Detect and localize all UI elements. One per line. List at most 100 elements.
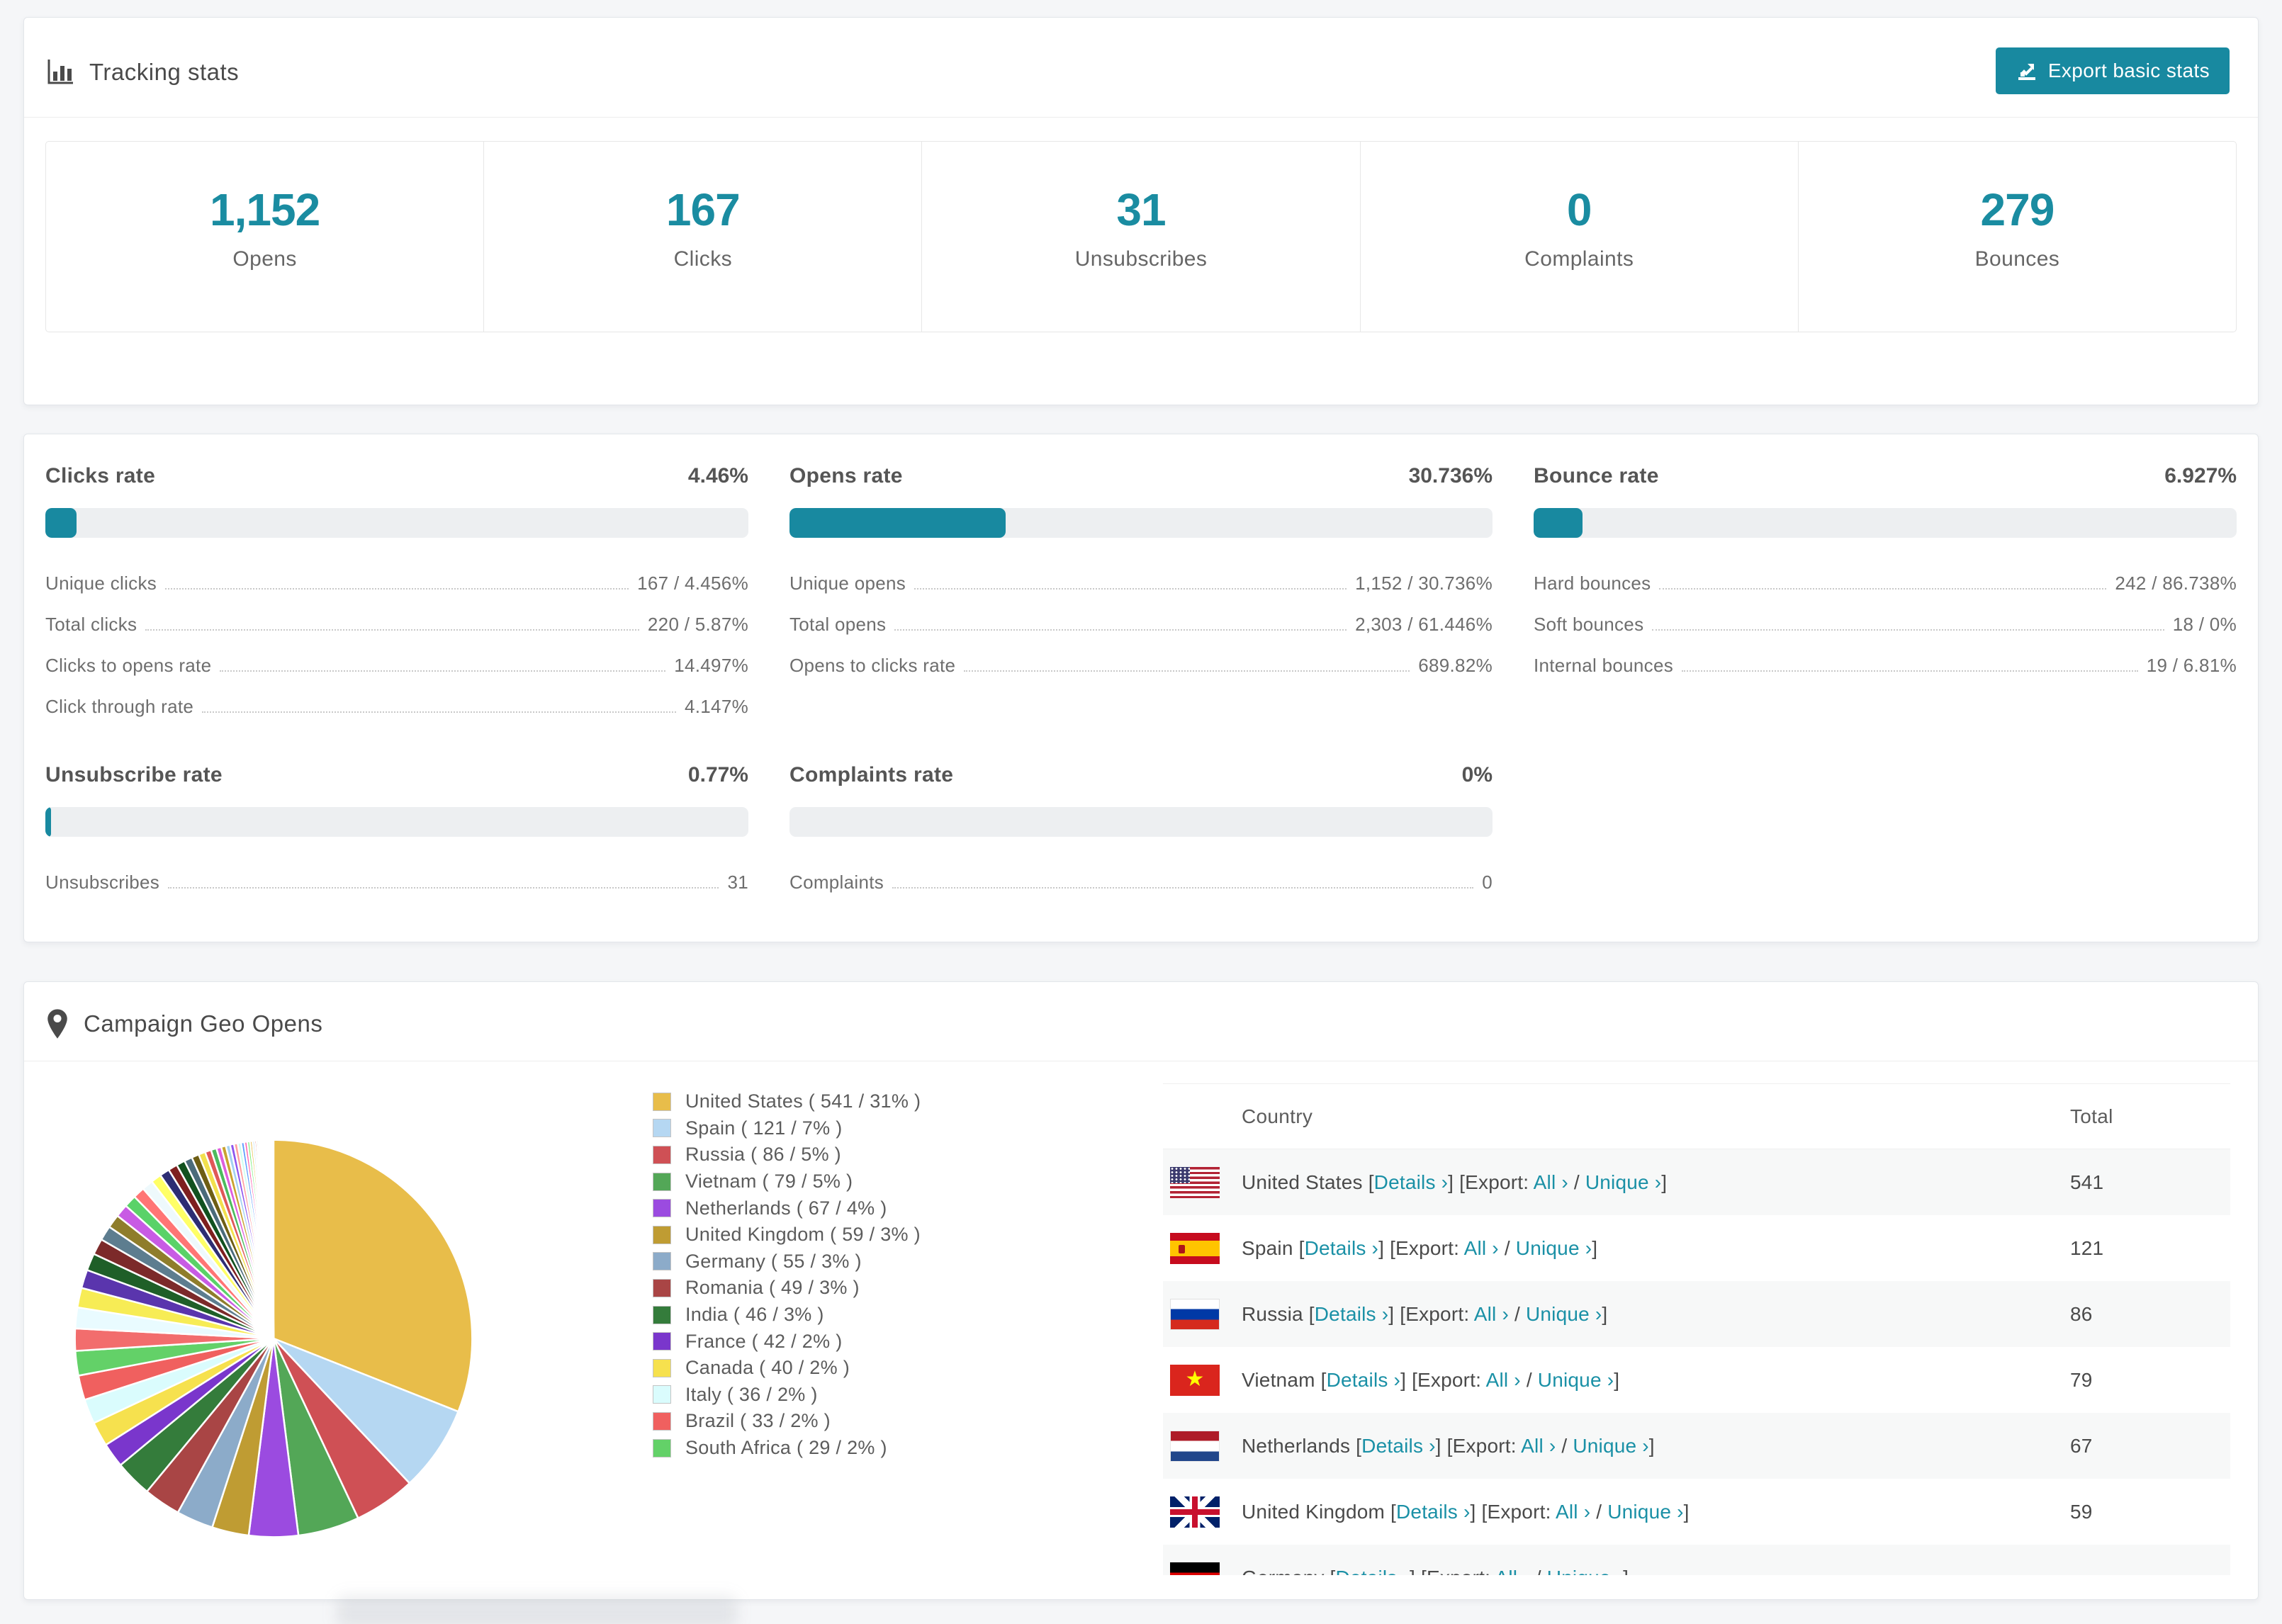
country-flag: [1170, 1430, 1220, 1462]
progress-bar-fill: [45, 807, 51, 837]
legend-label: Italy ( 36 / 2% ): [685, 1383, 818, 1405]
rate-detail-value: 18 / 0%: [2172, 614, 2237, 635]
stat-value: 167: [665, 184, 741, 235]
geo-country-table: Country Total United States [Details ›] …: [1163, 1083, 2230, 1575]
geo-pie-chart[interactable]: [68, 1133, 479, 1544]
rate-detail-row: Opens to clicks rate 689.82%: [789, 636, 1493, 677]
legend-label: United Kingdom ( 59 / 3% ): [685, 1224, 921, 1246]
stat-cell: 167 Clicks: [483, 142, 921, 332]
details-link[interactable]: Details ›: [1374, 1171, 1449, 1193]
rate-value: 6.927%: [2164, 464, 2237, 487]
rate-detail-label: Click through rate: [45, 696, 194, 717]
export-all-link[interactable]: All ›: [1556, 1501, 1590, 1523]
details-link[interactable]: Details ›: [1396, 1501, 1471, 1523]
export-all-link[interactable]: All ›: [1464, 1237, 1499, 1259]
progress-bar: [45, 807, 748, 837]
export-unique-link[interactable]: Unique ›: [1538, 1369, 1614, 1391]
export-unique-link[interactable]: Unique ›: [1573, 1435, 1648, 1457]
legend-label: Vietnam ( 79 / 5% ): [685, 1171, 853, 1192]
dotted-leader: [1652, 629, 2164, 631]
legend-item: Spain ( 121 / 7% ): [653, 1115, 921, 1142]
export-unique-link[interactable]: Unique ›: [1516, 1237, 1592, 1259]
rate-detail-label: Total clicks: [45, 614, 137, 635]
table-row: United Kingdom [Details ›] [Export: All …: [1163, 1479, 2230, 1545]
details-link[interactable]: Details ›: [1361, 1435, 1436, 1457]
export-all-link[interactable]: All ›: [1486, 1369, 1521, 1391]
rate-detail-row: Unique opens 1,152 / 30.736%: [789, 553, 1493, 594]
stat-cell: 1,152 Opens: [46, 142, 483, 332]
rate-detail-row: Unsubscribes 31: [45, 852, 748, 893]
rate-detail-row: Unique clicks 167 / 4.456%: [45, 553, 748, 594]
pie-legend: United States ( 541 / 31% ) Spain ( 121 …: [653, 1088, 921, 1461]
rate-title: Clicks rate: [45, 464, 156, 487]
export-all-link[interactable]: All ›: [1474, 1303, 1509, 1325]
details-link[interactable]: Details ›: [1327, 1369, 1401, 1391]
stat-label: Opens: [232, 247, 297, 271]
progress-bar-fill: [45, 508, 77, 538]
legend-swatch: [653, 1199, 671, 1218]
export-unique-link[interactable]: Unique ›: [1526, 1303, 1602, 1325]
legend-label: Canada ( 40 / 2% ): [685, 1357, 850, 1379]
progress-bar-fill: [1534, 508, 1583, 538]
legend-swatch: [653, 1385, 671, 1404]
progress-bar-fill: [789, 508, 1006, 538]
export-unique-link[interactable]: Unique ›: [1585, 1171, 1661, 1193]
rate-detail-value: 0: [1482, 872, 1493, 893]
export-all-link[interactable]: All ›: [1521, 1435, 1556, 1457]
rate-detail-row: Total clicks 220 / 5.87%: [45, 594, 748, 636]
legend-item: Brazil ( 33 / 2% ): [653, 1408, 921, 1435]
export-unique-link[interactable]: Unique ›: [1607, 1501, 1683, 1523]
country-total: 67: [2070, 1434, 2093, 1457]
rate-detail-row: Internal bounces 19 / 6.81%: [1534, 636, 2237, 677]
legend-item: Netherlands ( 67 / 4% ): [653, 1195, 921, 1222]
stats-summary-row: 1,152 Opens 167 Clicks 31 Unsubscribes 0…: [45, 141, 2237, 332]
tracking-stats-card: Tracking stats Export basic stats 1,152 …: [23, 17, 2259, 405]
details-link[interactable]: Details ›: [1336, 1567, 1410, 1576]
export-all-link[interactable]: All ›: [1534, 1171, 1568, 1193]
rate-detail-label: Hard bounces: [1534, 573, 1651, 594]
rate-block: Clicks rate 4.46% Unique clicks 167 / 4.…: [45, 464, 748, 718]
progress-bar: [789, 508, 1493, 538]
stat-label: Clicks: [673, 247, 732, 271]
stat-value: 0: [1566, 184, 1592, 235]
country-total: 79: [2070, 1368, 2093, 1391]
rate-title: Unsubscribe rate: [45, 763, 223, 786]
rates-grid: Clicks rate 4.46% Unique clicks 167 / 4.…: [24, 434, 2258, 893]
rate-detail-label: Clicks to opens rate: [45, 655, 212, 676]
legend-label: Romania ( 49 / 3% ): [685, 1277, 860, 1299]
export-basic-stats-button[interactable]: Export basic stats: [1995, 47, 2230, 94]
details-link[interactable]: Details ›: [1315, 1303, 1389, 1325]
rate-value: 30.736%: [1408, 464, 1493, 487]
dotted-leader: [168, 887, 719, 889]
country-flag: [1170, 1166, 1220, 1198]
rate-block: Complaints rate 0% Complaints 0: [789, 763, 1493, 893]
legend-label: Brazil ( 33 / 2% ): [685, 1410, 831, 1432]
dotted-leader: [1682, 670, 2138, 672]
stat-value: 279: [1980, 184, 2055, 235]
legend-label: United States ( 541 / 31% ): [685, 1090, 921, 1112]
legend-item: South Africa ( 29 / 2% ): [653, 1435, 921, 1462]
rate-detail-value: 220 / 5.87%: [647, 614, 748, 635]
export-all-link[interactable]: All ›: [1495, 1567, 1530, 1576]
export-unique-link[interactable]: Unique ›: [1547, 1567, 1623, 1576]
rate-detail-label: Total opens: [789, 614, 887, 635]
dotted-leader: [964, 670, 1410, 672]
rate-block: Opens rate 30.736% Unique opens 1,152 / …: [789, 464, 1493, 718]
stat-cell: 31 Unsubscribes: [921, 142, 1359, 332]
geo-title: Campaign Geo Opens: [84, 1010, 323, 1037]
rate-detail-row: Hard bounces 242 / 86.738%: [1534, 553, 2237, 594]
rate-title: Opens rate: [789, 464, 903, 487]
dotted-leader: [914, 588, 1347, 590]
progress-bar: [45, 508, 748, 538]
dotted-leader: [1659, 588, 2107, 590]
rate-detail-value: 4.147%: [685, 696, 748, 717]
rate-block: Bounce rate 6.927% Hard bounces 242 / 86…: [1534, 464, 2237, 718]
legend-label: France ( 42 / 2% ): [685, 1330, 843, 1352]
legend-label: South Africa ( 29 / 2% ): [685, 1437, 887, 1459]
rate-detail-value: 167 / 4.456%: [637, 573, 748, 594]
tracking-stats-header: Tracking stats Export basic stats: [24, 18, 2258, 118]
table-row: Germany [Details ›] [Export: All › / Uni…: [1163, 1545, 2230, 1575]
rate-detail-label: Soft bounces: [1534, 614, 1644, 635]
rate-detail-row: Clicks to opens rate 14.497%: [45, 636, 748, 677]
details-link[interactable]: Details ›: [1305, 1237, 1379, 1259]
